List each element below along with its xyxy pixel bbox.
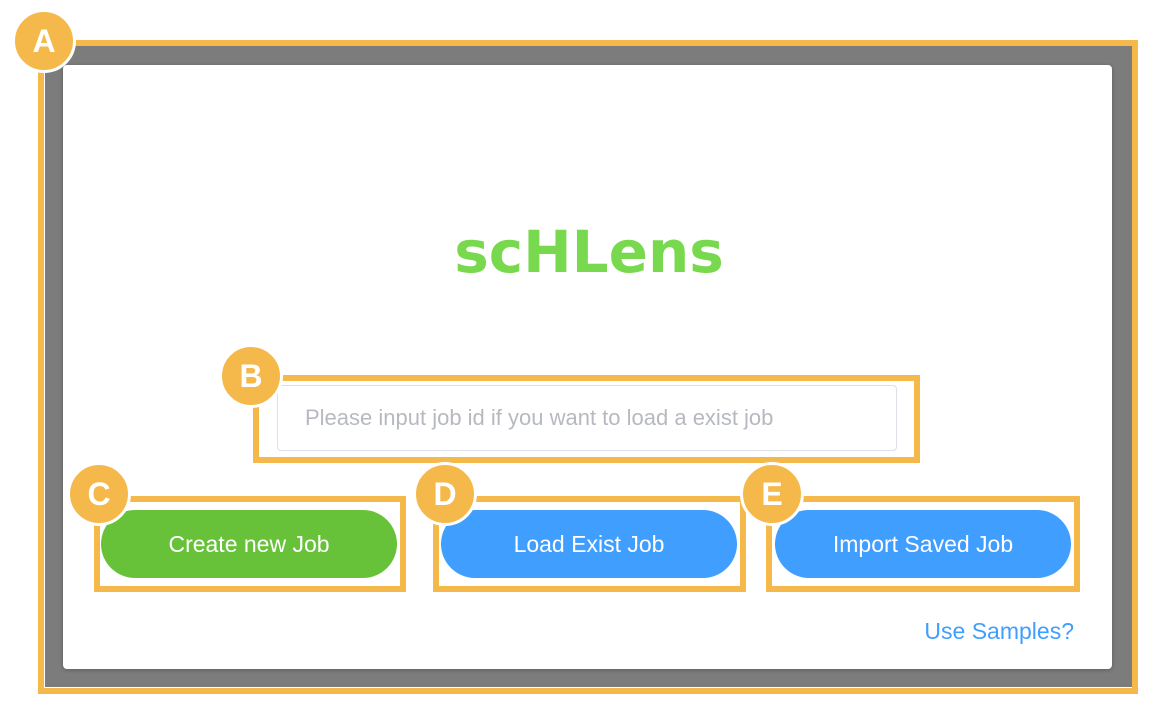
job-id-input[interactable] xyxy=(277,385,897,451)
logo-wordmark: scHLens xyxy=(454,222,724,282)
use-samples-link[interactable]: Use Samples? xyxy=(924,618,1074,645)
create-new-job-button[interactable]: Create new Job xyxy=(101,510,397,578)
page: scHLens Create new Job Load Exist Job Im… xyxy=(0,0,1153,706)
svg-text:scHLens: scHLens xyxy=(454,222,724,282)
annotation-badge-d: D xyxy=(413,462,477,526)
import-saved-job-button[interactable]: Import Saved Job xyxy=(775,510,1071,578)
annotation-badge-a: A xyxy=(12,9,76,73)
schlens-logo: scHLens xyxy=(439,217,739,287)
load-exist-job-button[interactable]: Load Exist Job xyxy=(441,510,737,578)
annotation-badge-e: E xyxy=(740,462,804,526)
annotation-badge-b: B xyxy=(219,344,283,408)
annotation-badge-c: C xyxy=(67,462,131,526)
